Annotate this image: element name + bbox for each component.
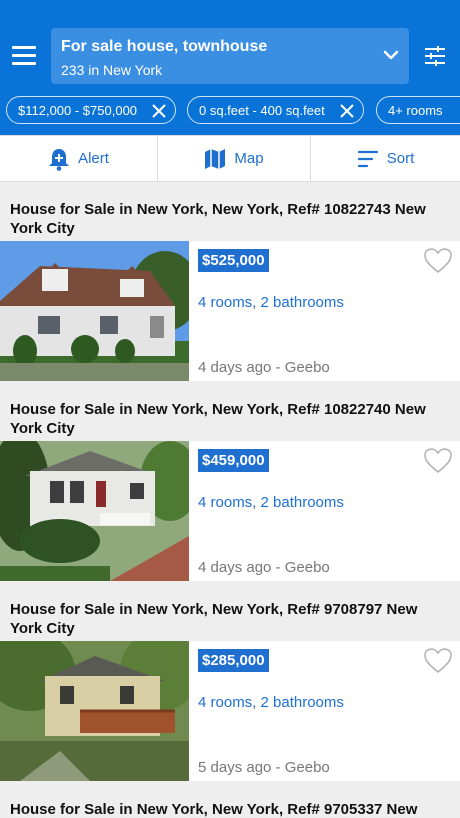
filter-chip-label: 0 sq.feet - 400 sq.feet — [199, 103, 325, 118]
sort-label: Sort — [386, 150, 415, 167]
alert-label: Alert — [78, 150, 109, 167]
listing-title[interactable]: House for Sale in New York, New York, Re… — [10, 400, 450, 438]
listing-item[interactable]: House for Sale in New York, New York, Re… — [0, 382, 460, 582]
favorite-heart-icon[interactable] — [424, 248, 452, 274]
listing-card[interactable]: $285,000 4 rooms, 2 bathrooms 5 days ago… — [0, 641, 460, 781]
listing-item[interactable]: House for Sale in New York, New York, Re… — [0, 782, 460, 818]
listing-title[interactable]: House for Sale in New York, New York, Re… — [10, 800, 450, 818]
sort-icon — [357, 150, 378, 167]
search-result-count: 233 in New York — [61, 62, 163, 78]
action-toolbar: Alert Map Sort — [0, 135, 460, 182]
search-summary-box[interactable]: For sale house, townhouse 233 in New Yor… — [51, 28, 409, 84]
bell-plus-icon — [49, 148, 70, 171]
close-icon[interactable] — [152, 104, 166, 118]
map-icon — [205, 148, 226, 169]
filter-chip-area[interactable]: 0 sq.feet - 400 sq.feet — [187, 96, 364, 124]
filter-sliders-icon[interactable] — [424, 45, 446, 67]
listing-posted: 5 days ago - Geebo — [198, 759, 330, 776]
favorite-heart-icon[interactable] — [424, 448, 452, 474]
filter-chips: $112,000 - $750,000 0 sq.feet - 400 sq.f… — [0, 96, 460, 128]
listing-price: $525,000 — [198, 249, 269, 272]
search-title: For sale house, townhouse — [61, 38, 268, 55]
filter-chip-rooms[interactable]: 4+ rooms — [376, 96, 460, 124]
listing-title[interactable]: House for Sale in New York, New York, Re… — [10, 200, 450, 238]
menu-icon[interactable] — [12, 46, 38, 68]
listing-title[interactable]: House for Sale in New York, New York, Re… — [10, 600, 450, 638]
listing-price: $459,000 — [198, 449, 269, 472]
chevron-down-icon[interactable] — [383, 48, 399, 62]
listing-rooms: 4 rooms, 2 bathrooms — [198, 694, 344, 711]
listing-rooms: 4 rooms, 2 bathrooms — [198, 294, 344, 311]
listing-card[interactable]: $525,000 4 rooms, 2 bathrooms 4 days ago… — [0, 241, 460, 381]
app-header: For sale house, townhouse 233 in New Yor… — [0, 0, 460, 135]
favorite-heart-icon[interactable] — [424, 648, 452, 674]
house-photo[interactable] — [0, 641, 189, 781]
house-photo[interactable] — [0, 441, 189, 581]
map-button[interactable]: Map — [158, 136, 310, 181]
alert-button[interactable]: Alert — [0, 136, 157, 181]
sort-button[interactable]: Sort — [311, 136, 460, 181]
filter-chip-label: 4+ rooms — [388, 103, 443, 118]
listing-price: $285,000 — [198, 649, 269, 672]
house-photo[interactable] — [0, 241, 189, 381]
listing-posted: 4 days ago - Geebo — [198, 559, 330, 576]
listing-item[interactable]: House for Sale in New York, New York, Re… — [0, 182, 460, 382]
close-icon[interactable] — [340, 104, 354, 118]
listing-posted: 4 days ago - Geebo — [198, 359, 330, 376]
listing-rooms: 4 rooms, 2 bathrooms — [198, 494, 344, 511]
filter-chip-price[interactable]: $112,000 - $750,000 — [6, 96, 176, 124]
listing-card[interactable]: $459,000 4 rooms, 2 bathrooms 4 days ago… — [0, 441, 460, 581]
filter-chip-label: $112,000 - $750,000 — [18, 103, 138, 118]
map-label: Map — [234, 150, 264, 167]
listing-item[interactable]: House for Sale in New York, New York, Re… — [0, 582, 460, 782]
